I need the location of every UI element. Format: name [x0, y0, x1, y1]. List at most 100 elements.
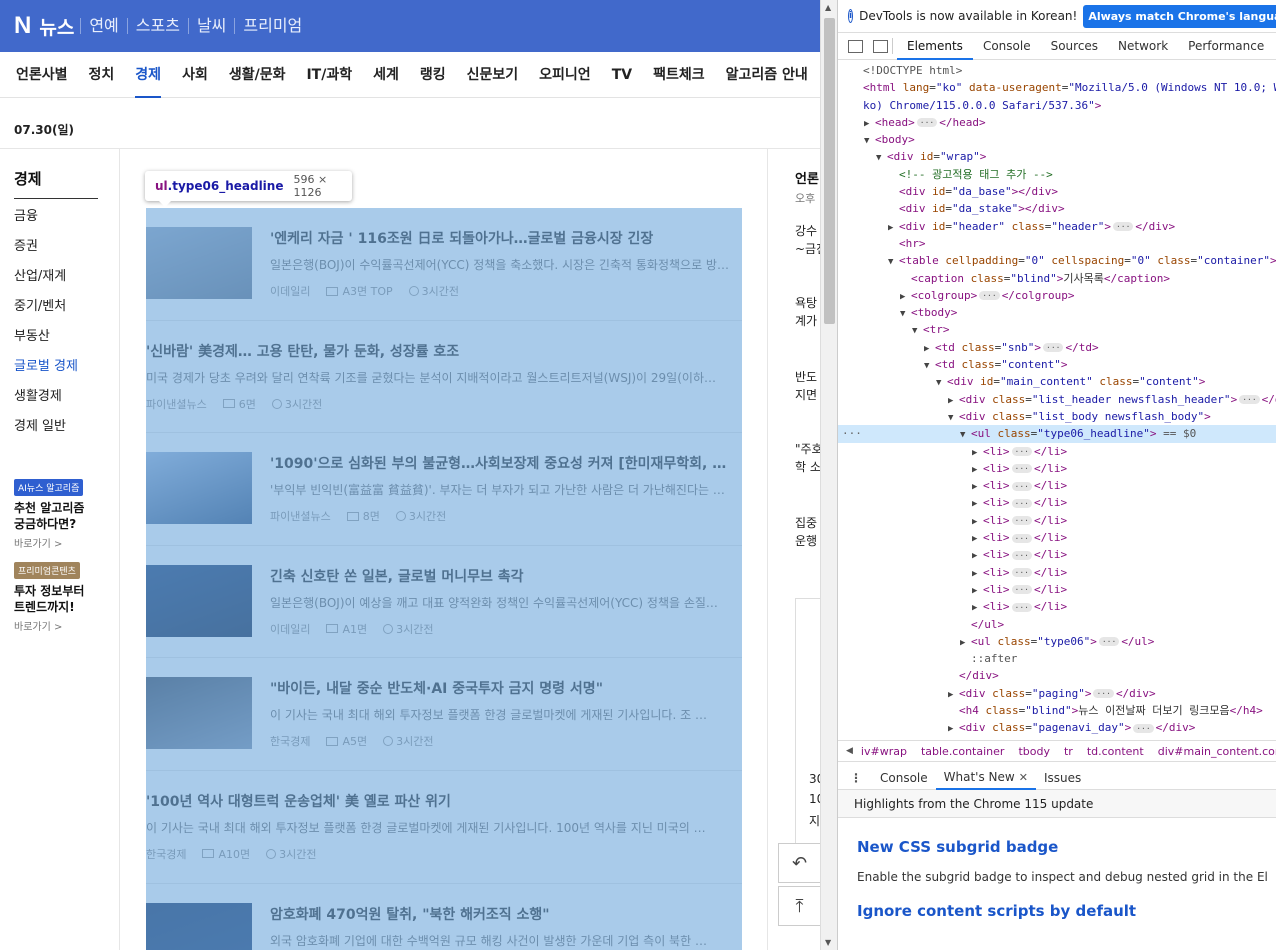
nav-item[interactable]: 오피니언	[539, 52, 591, 98]
expand-toggle-icon[interactable]: ▶	[948, 721, 959, 738]
subsection-item[interactable]: 부동산	[14, 328, 78, 358]
dom-node[interactable]: <!-- 광고적용 태그 추가 -->	[838, 166, 1276, 183]
list-item[interactable]: '100년 역사 대형트럭 운송업체' 美 옐로 파산 위기 이 기사는 국내 최…	[146, 771, 742, 884]
article-thumbnail[interactable]	[146, 452, 252, 525]
breadcrumb-item[interactable]: tbody	[1018, 745, 1050, 758]
right-snippet[interactable]: 강수	[795, 222, 817, 239]
top-link[interactable]: 스포츠	[126, 18, 188, 34]
list-item[interactable]: 암호화폐 470억원 탈취, "북한 해커조직 소행" 외국 암호화폐 기업에 대…	[146, 884, 742, 950]
match-language-button[interactable]: Always match Chrome's language	[1083, 4, 1276, 28]
dom-node[interactable]: ▼ <div id="main_content" class="content">	[838, 373, 1276, 390]
list-item[interactable]: "바이든, 내달 중순 반도체·AI 중국투자 금지 명령 서명" 이 기사는 국…	[146, 658, 742, 771]
close-icon[interactable]: ✕	[1019, 771, 1028, 784]
back-button[interactable]: ↶	[778, 843, 820, 883]
nav-item[interactable]: 세계	[373, 52, 399, 98]
dom-node[interactable]: ▶ <li> ··· </li>	[838, 529, 1276, 546]
dom-node[interactable]: ▶ <div class="list_header newsflash_heade…	[838, 391, 1276, 408]
nav-item[interactable]: 랭킹	[420, 52, 446, 98]
drawer-tab[interactable]: Console	[872, 766, 936, 790]
right-snippet[interactable]: 반도	[795, 368, 817, 385]
list-item[interactable]: '1090'으로 심화된 부의 불균형…사회보장제 중요성 커져 [한미재무학회…	[146, 433, 742, 546]
drawer-tab[interactable]: What's New ✕	[935, 765, 1037, 790]
subsection-item[interactable]: 경제 일반	[14, 418, 78, 448]
dom-node[interactable]: ▶ <li> ··· </li>	[838, 460, 1276, 477]
nav-item[interactable]: IT/과학	[306, 52, 352, 98]
inspect-element-icon[interactable]	[848, 39, 863, 53]
dom-node[interactable]: ▶ <ul class="type06"> ··· </ul>	[838, 633, 1276, 650]
article-title[interactable]: "바이든, 내달 중순 반도체·AI 중국투자 금지 명령 서명"	[270, 678, 742, 698]
breadcrumb-item[interactable]: iv#wrap	[861, 745, 907, 758]
dom-node[interactable]: ▶ <div id="header" class="header"> ··· </di…	[838, 218, 1276, 235]
dom-node[interactable]: ▶ <head> ··· </head>	[838, 114, 1276, 131]
dom-node[interactable]: ▶ <div class="paging"> ··· </div>	[838, 685, 1276, 702]
page-scrollbar[interactable]: ▲ ▼	[820, 0, 837, 950]
breadcrumb-item[interactable]: div#main_content.conten	[1158, 745, 1276, 758]
right-snippet[interactable]: 지면	[795, 386, 817, 403]
more-icon[interactable]: ⋮	[850, 771, 862, 785]
dom-node[interactable]: ▶ <li> ··· </li>	[838, 512, 1276, 529]
dom-node[interactable]: ▼ <td class="content">	[838, 356, 1276, 373]
dom-node[interactable]: ▼ <div id="wrap">	[838, 148, 1276, 165]
devtools-tab[interactable]: Network	[1108, 33, 1178, 60]
dom-node[interactable]: <html lang="ko" data-useragent="Mozilla/…	[838, 79, 1276, 96]
promo-block[interactable]: 프리미엄콘텐츠 투자 정보부터 트렌드까지! 바로가기 >	[14, 559, 114, 633]
article-title[interactable]: '100년 역사 대형트럭 운송업체' 美 옐로 파산 위기	[146, 791, 742, 811]
article-thumbnail[interactable]	[146, 902, 252, 950]
dom-node[interactable]: ▶ <li> ··· </li>	[838, 494, 1276, 511]
dom-node[interactable]: <caption class="blind">기사목록</caption>	[838, 270, 1276, 287]
right-snippet[interactable]: ~금진	[795, 240, 820, 257]
dom-node[interactable]: </div>	[838, 667, 1276, 684]
dom-node[interactable]: <hr>	[838, 235, 1276, 252]
whats-new-heading[interactable]: New CSS subgrid badge	[857, 838, 1276, 856]
dom-node[interactable]: ▼ <tr>	[838, 321, 1276, 338]
promo-link[interactable]: 바로가기 >	[14, 535, 114, 550]
scroll-down-icon[interactable]: ▼	[825, 938, 831, 947]
subsection-item[interactable]: 생활경제	[14, 388, 78, 418]
dom-node[interactable]: ▶ <colgroup> ··· </colgroup>	[838, 287, 1276, 304]
subsection-item[interactable]: 증권	[14, 238, 78, 268]
dom-node[interactable]: ▶ <li> ··· </li>	[838, 443, 1276, 460]
dom-node[interactable]: ▶ <div class="pagenavi_day"> ··· </div>	[838, 719, 1276, 736]
dom-node[interactable]: <h4 class="blind">뉴스 이전날짜 더보기 링크모음</h4>	[838, 702, 1276, 719]
article-thumbnail[interactable]	[146, 227, 252, 299]
article-title[interactable]: '신바람' 美경제… 고용 탄탄, 물가 둔화, 성장률 호조	[146, 341, 742, 361]
dom-node[interactable]: <div id="da_base"></div>	[838, 183, 1276, 200]
list-item[interactable]: '신바람' 美경제… 고용 탄탄, 물가 둔화, 성장률 호조 미국 경제가 당초…	[146, 321, 742, 434]
article-title[interactable]: '1090'으로 심화된 부의 불균형…사회보장제 중요성 커져 [한미재무학회…	[270, 453, 742, 473]
top-link[interactable]: 연예	[80, 18, 126, 34]
nav-item[interactable]: 정치	[89, 52, 115, 98]
nav-item[interactable]: 언론사별	[16, 52, 68, 98]
subsection-item[interactable]: 산업/재계	[14, 268, 78, 298]
right-snippet[interactable]: "주호	[795, 440, 820, 457]
nav-item[interactable]: 생활/문화	[229, 52, 286, 98]
breadcrumb-item[interactable]: td.content	[1087, 745, 1144, 758]
devtools-tab[interactable]: Console	[973, 33, 1041, 60]
scrollbar-thumb[interactable]	[824, 18, 835, 324]
top-link[interactable]: 날씨	[187, 18, 234, 34]
top-link[interactable]: 프리미엄	[234, 18, 310, 34]
article-thumbnail[interactable]	[146, 677, 252, 750]
article-thumbnail[interactable]	[146, 564, 252, 637]
devtools-tab[interactable]: Elements	[897, 33, 973, 60]
subsection-item[interactable]: 중기/벤처	[14, 298, 78, 328]
nav-item[interactable]: 알고리즘 안내	[726, 52, 808, 98]
scroll-up-icon[interactable]: ▲	[825, 3, 831, 12]
dom-node[interactable]: ▶ <td class="snb"> ··· </td>	[838, 339, 1276, 356]
breadcrumb-item[interactable]: tr	[1064, 745, 1073, 758]
subsection-item[interactable]: 금융	[14, 208, 78, 238]
dom-node[interactable]: ▼ <div class="list_body newsflash_body">	[838, 408, 1276, 425]
nav-item[interactable]: 신문보기	[467, 52, 519, 98]
naver-logo[interactable]: N	[14, 12, 31, 40]
breadcrumb-scroll-left-icon[interactable]: ◀	[846, 746, 853, 756]
news-brand[interactable]: 뉴스	[39, 13, 74, 40]
article-title[interactable]: 암호화폐 470억원 탈취, "북한 해커조직 소행"	[270, 904, 742, 924]
right-snippet[interactable]: 운행	[795, 532, 817, 549]
nav-item[interactable]: 경제	[135, 52, 161, 98]
right-snippet[interactable]: 집중	[795, 514, 817, 531]
dom-node[interactable]: ▶ <li> ··· </li>	[838, 546, 1276, 563]
dom-node[interactable]: </ul>	[838, 616, 1276, 633]
breadcrumb-item[interactable]: table.container	[921, 745, 1004, 758]
dom-node[interactable]: ko) Chrome/115.0.0.0 Safari/537.36">	[838, 97, 1276, 114]
right-snippet[interactable]: 계가	[795, 312, 817, 329]
promo-link[interactable]: 바로가기 >	[14, 618, 114, 633]
